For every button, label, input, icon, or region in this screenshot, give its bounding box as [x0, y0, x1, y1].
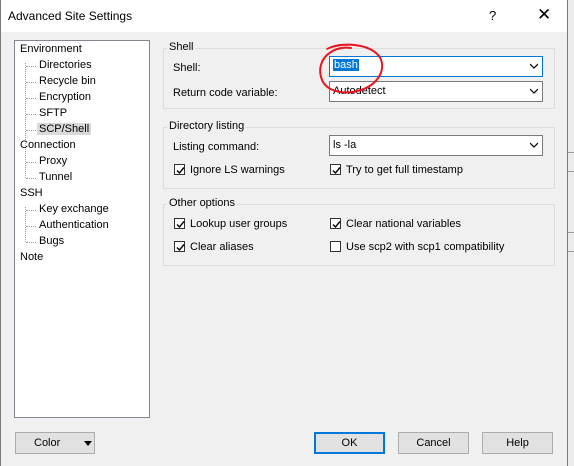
checkbox-box: [174, 218, 185, 229]
tree-connector: [26, 162, 36, 163]
tree-item-recycle-bin[interactable]: Recycle bin: [39, 74, 96, 89]
tree-item-environment[interactable]: Environment: [20, 42, 82, 57]
dropdown-arrow-icon: [84, 441, 92, 446]
tree-item-ssh[interactable]: SSH: [20, 186, 43, 201]
checkmark-icon: [332, 167, 341, 175]
other-options-group: [163, 204, 555, 266]
tree-item-key-exchange[interactable]: Key exchange: [39, 202, 109, 217]
tree-connector: [26, 66, 36, 67]
shell-group-title: Shell: [167, 41, 196, 53]
chevron-down-icon: [530, 88, 538, 94]
ok-button[interactable]: OK: [314, 432, 385, 454]
title-bar: Advanced Site Settings ? ✕: [1, 0, 567, 32]
tree-item-scp-shell[interactable]: SCP/Shell: [37, 122, 92, 137]
tree-connector: [26, 178, 36, 179]
tree-connector: [25, 207, 26, 242]
tree-connector: [26, 242, 36, 243]
tree-connector: [26, 82, 36, 83]
tree-item-encryption[interactable]: Encryption: [39, 90, 91, 105]
checkbox-box: [330, 241, 341, 252]
color-button[interactable]: Color: [15, 432, 95, 454]
advanced-site-settings-dialog: Advanced Site Settings ? ✕ Environment D…: [0, 0, 568, 466]
background-scroll-marker: [568, 152, 574, 172]
tree-connector: [26, 98, 36, 99]
checkbox-box: [330, 164, 341, 175]
checkbox-box: [174, 241, 185, 252]
tree-item-tunnel[interactable]: Tunnel: [39, 170, 72, 185]
checkmark-icon: [176, 167, 185, 175]
tree-connector: [26, 226, 36, 227]
tree-connector: [26, 114, 36, 115]
checkmark-icon: [176, 221, 185, 229]
checkmark-icon: [176, 244, 185, 252]
cancel-button[interactable]: Cancel: [398, 432, 469, 454]
tree-item-note[interactable]: Note: [20, 250, 43, 265]
settings-tree[interactable]: Environment Directories Recycle bin Encr…: [14, 40, 150, 418]
other-options-title: Other options: [167, 197, 238, 209]
background-window-right: [567, 0, 574, 466]
directory-listing-title: Directory listing: [167, 120, 247, 132]
tree-item-directories[interactable]: Directories: [39, 58, 92, 73]
tree-connector: [26, 130, 36, 131]
checkbox-box: [330, 218, 341, 229]
help-button[interactable]: Help: [482, 432, 553, 454]
close-button[interactable]: ✕: [537, 5, 551, 25]
window-title: Advanced Site Settings: [8, 9, 133, 23]
return-code-label: Return code variable:: [173, 87, 278, 99]
background-scroll-marker: [568, 232, 574, 252]
listing-command-label: Listing command:: [173, 141, 260, 153]
tree-item-connection[interactable]: Connection: [20, 138, 76, 153]
help-question-button[interactable]: ?: [489, 8, 496, 23]
tree-item-proxy[interactable]: Proxy: [39, 154, 67, 169]
checkmark-icon: [332, 221, 341, 229]
tree-connector: [26, 210, 36, 211]
annotation-circle-icon: [319, 43, 384, 94]
shell-label: Shell:: [173, 62, 201, 74]
listing-command-combobox[interactable]: ls -la: [329, 135, 543, 156]
listing-command-value: ls -la: [333, 139, 357, 151]
tree-item-bugs[interactable]: Bugs: [39, 234, 64, 249]
chevron-down-icon: [530, 142, 538, 148]
checkbox-box: [174, 164, 185, 175]
tree-item-sftp[interactable]: SFTP: [39, 106, 67, 121]
tree-item-authentication[interactable]: Authentication: [39, 218, 109, 233]
chevron-down-icon: [530, 63, 538, 69]
